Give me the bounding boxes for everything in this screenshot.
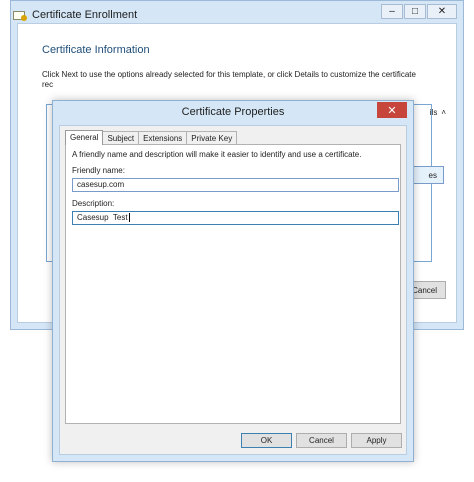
certificate-properties-dialog: Certificate Properties ✕ General Subject… [52, 100, 414, 462]
friendly-name-label: Friendly name: [72, 166, 125, 175]
certificate-icon [13, 10, 27, 21]
maximize-button[interactable]: □ [404, 4, 426, 19]
window-header: Certificate Enrollment [13, 5, 137, 25]
ok-button[interactable]: OK [241, 433, 292, 448]
section-title: Certificate Information [42, 44, 150, 56]
text-caret [128, 213, 130, 223]
tab-general[interactable]: General [65, 130, 104, 145]
close-button[interactable]: ✕ [427, 4, 457, 19]
tab-strip: General Subject Extensions Private Key [65, 130, 238, 145]
dialog-title: Certificate Properties [181, 106, 285, 118]
close-icon: ✕ [387, 104, 397, 117]
details-label: ils [429, 108, 438, 117]
intro-text: A friendly name and description will mak… [72, 150, 362, 159]
tab-subject[interactable]: Subject [102, 131, 140, 145]
minimize-button[interactable]: – [381, 4, 403, 19]
dialog-body: General Subject Extensions Private Key A… [59, 125, 407, 455]
dialog-close-button[interactable]: ✕ [377, 102, 407, 118]
chevron-up-icon: ˄ [441, 108, 446, 117]
dialog-button-row: OK Cancel Apply [60, 433, 406, 448]
description-value: Casesup Test [77, 213, 128, 222]
tab-extensions[interactable]: Extensions [138, 131, 188, 145]
window-title: Certificate Enrollment [32, 9, 138, 21]
description-line-1: Click Next to use the options already se… [42, 70, 416, 79]
general-tab-panel: A friendly name and description will mak… [65, 144, 401, 424]
section-description: Click Next to use the options already se… [42, 70, 442, 90]
description-line-2: rec [42, 80, 54, 89]
description-label: Description: [72, 199, 115, 208]
description-input[interactable]: Casesup Test [72, 211, 399, 225]
cancel-button[interactable]: Cancel [296, 433, 347, 448]
tab-private-key[interactable]: Private Key [186, 131, 238, 145]
friendly-name-input[interactable]: casesup.com [72, 178, 399, 192]
window-caption-buttons: – □ ✕ [381, 4, 457, 19]
details-toggle[interactable]: ils ˄ [430, 108, 446, 117]
apply-button[interactable]: Apply [351, 433, 402, 448]
